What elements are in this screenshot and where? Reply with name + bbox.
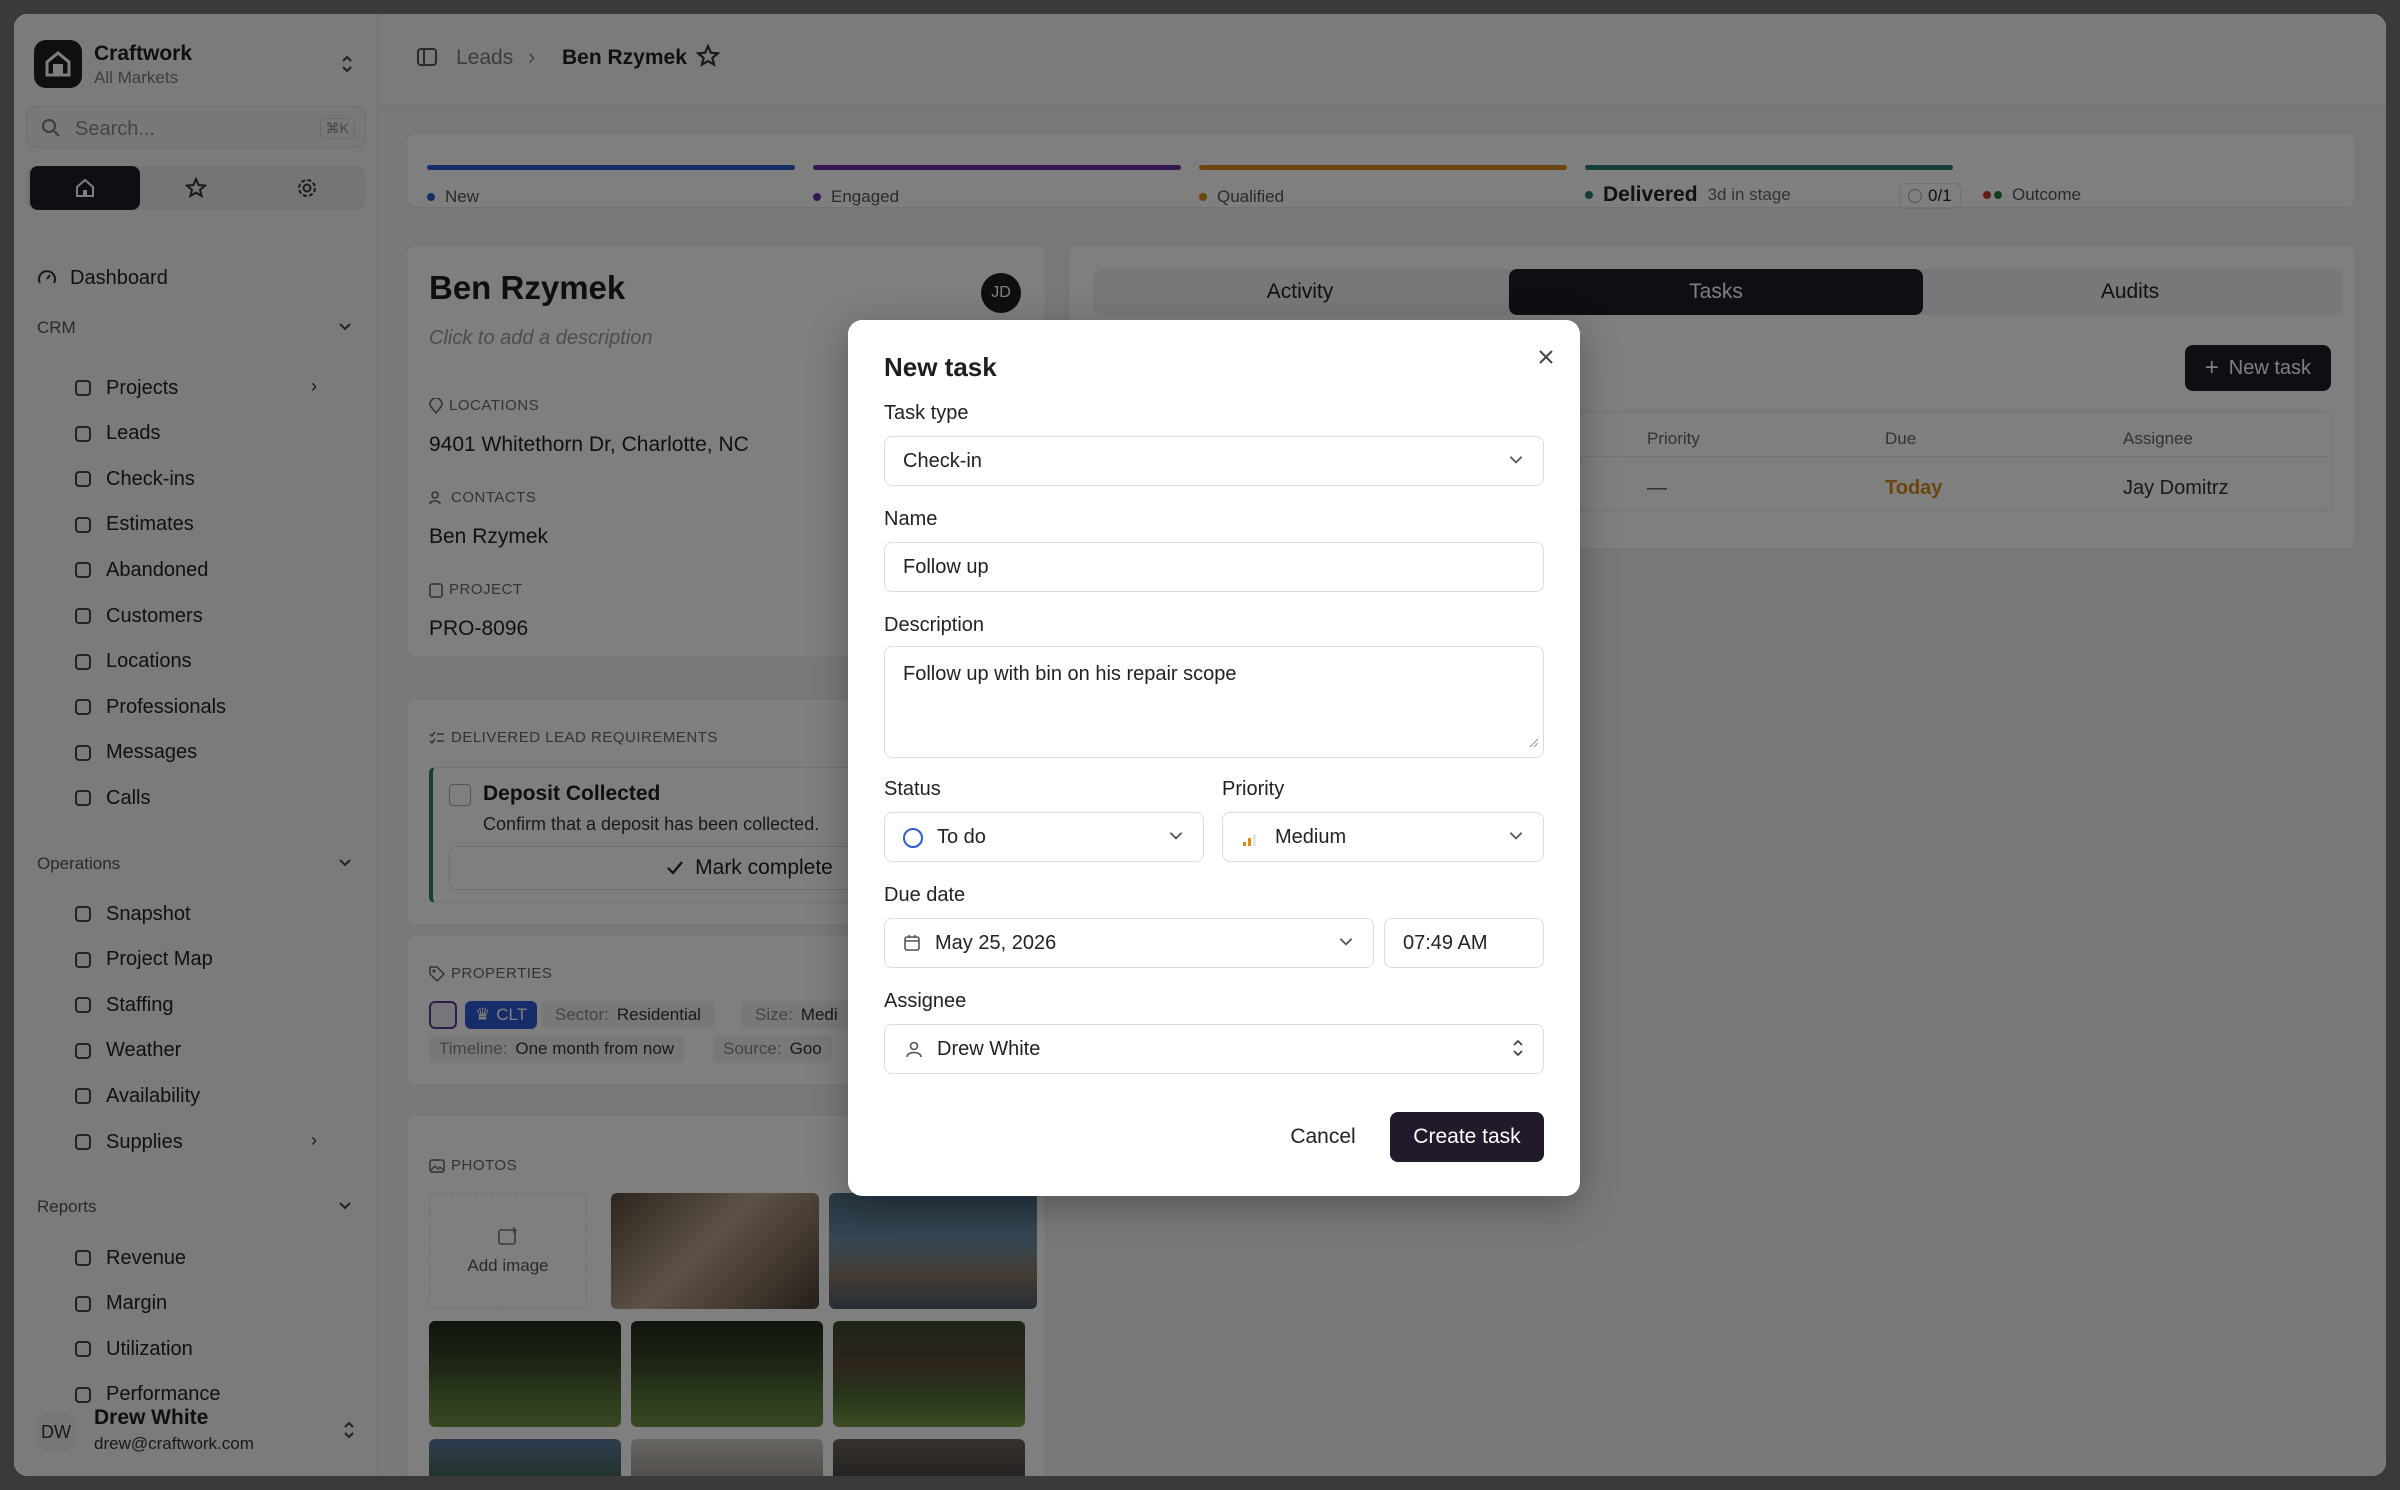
- priority-value: Medium: [1275, 826, 1347, 848]
- chevron-down-icon: [1507, 826, 1525, 849]
- priority-label: Priority: [1222, 778, 1285, 800]
- chevron-down-icon: [1507, 450, 1525, 473]
- description-label: Description: [884, 614, 985, 636]
- status-value: To do: [937, 826, 986, 848]
- user-icon: [905, 1040, 923, 1063]
- cancel-button[interactable]: Cancel: [1268, 1112, 1378, 1162]
- app-window: Craftwork All Markets Search... ⌘K: [14, 14, 2386, 1476]
- status-select[interactable]: To do: [884, 812, 1204, 862]
- name-value: Follow up: [903, 556, 989, 578]
- new-task-dialog: New task Task type Check-in Name Follow …: [848, 320, 1580, 1196]
- due-time-input[interactable]: 07:49 AM: [1384, 918, 1544, 968]
- name-label: Name: [884, 508, 938, 530]
- due-time-value: 07:49 AM: [1403, 932, 1488, 954]
- assignee-label: Assignee: [884, 990, 967, 1012]
- resize-handle-icon[interactable]: [1529, 735, 1539, 753]
- create-task-button[interactable]: Create task: [1390, 1112, 1544, 1162]
- task-type-select[interactable]: Check-in: [884, 436, 1544, 486]
- task-type-label: Task type: [884, 402, 969, 424]
- signal-bars-icon: [1241, 829, 1259, 852]
- due-date-picker[interactable]: May 25, 2026: [884, 918, 1374, 968]
- todo-circle-icon: [903, 828, 923, 848]
- dialog-title: New task: [884, 352, 997, 382]
- chevron-updown-icon: [1511, 1038, 1525, 1063]
- due-date-value: May 25, 2026: [935, 932, 1057, 954]
- status-label: Status: [884, 778, 941, 800]
- chevron-down-icon: [1167, 826, 1185, 849]
- due-date-label: Due date: [884, 884, 966, 906]
- description-textarea[interactable]: Follow up with bin on his repair scope: [884, 646, 1544, 758]
- name-input[interactable]: Follow up: [884, 542, 1544, 592]
- close-icon[interactable]: [1536, 346, 1556, 374]
- assignee-select[interactable]: Drew White: [884, 1024, 1544, 1074]
- assignee-value: Drew White: [937, 1038, 1041, 1060]
- task-type-value: Check-in: [903, 450, 982, 472]
- priority-select[interactable]: Medium: [1222, 812, 1544, 862]
- calendar-icon: [903, 934, 921, 957]
- description-value: Follow up with bin on his repair scope: [903, 663, 1237, 685]
- chevron-down-icon: [1337, 932, 1355, 955]
